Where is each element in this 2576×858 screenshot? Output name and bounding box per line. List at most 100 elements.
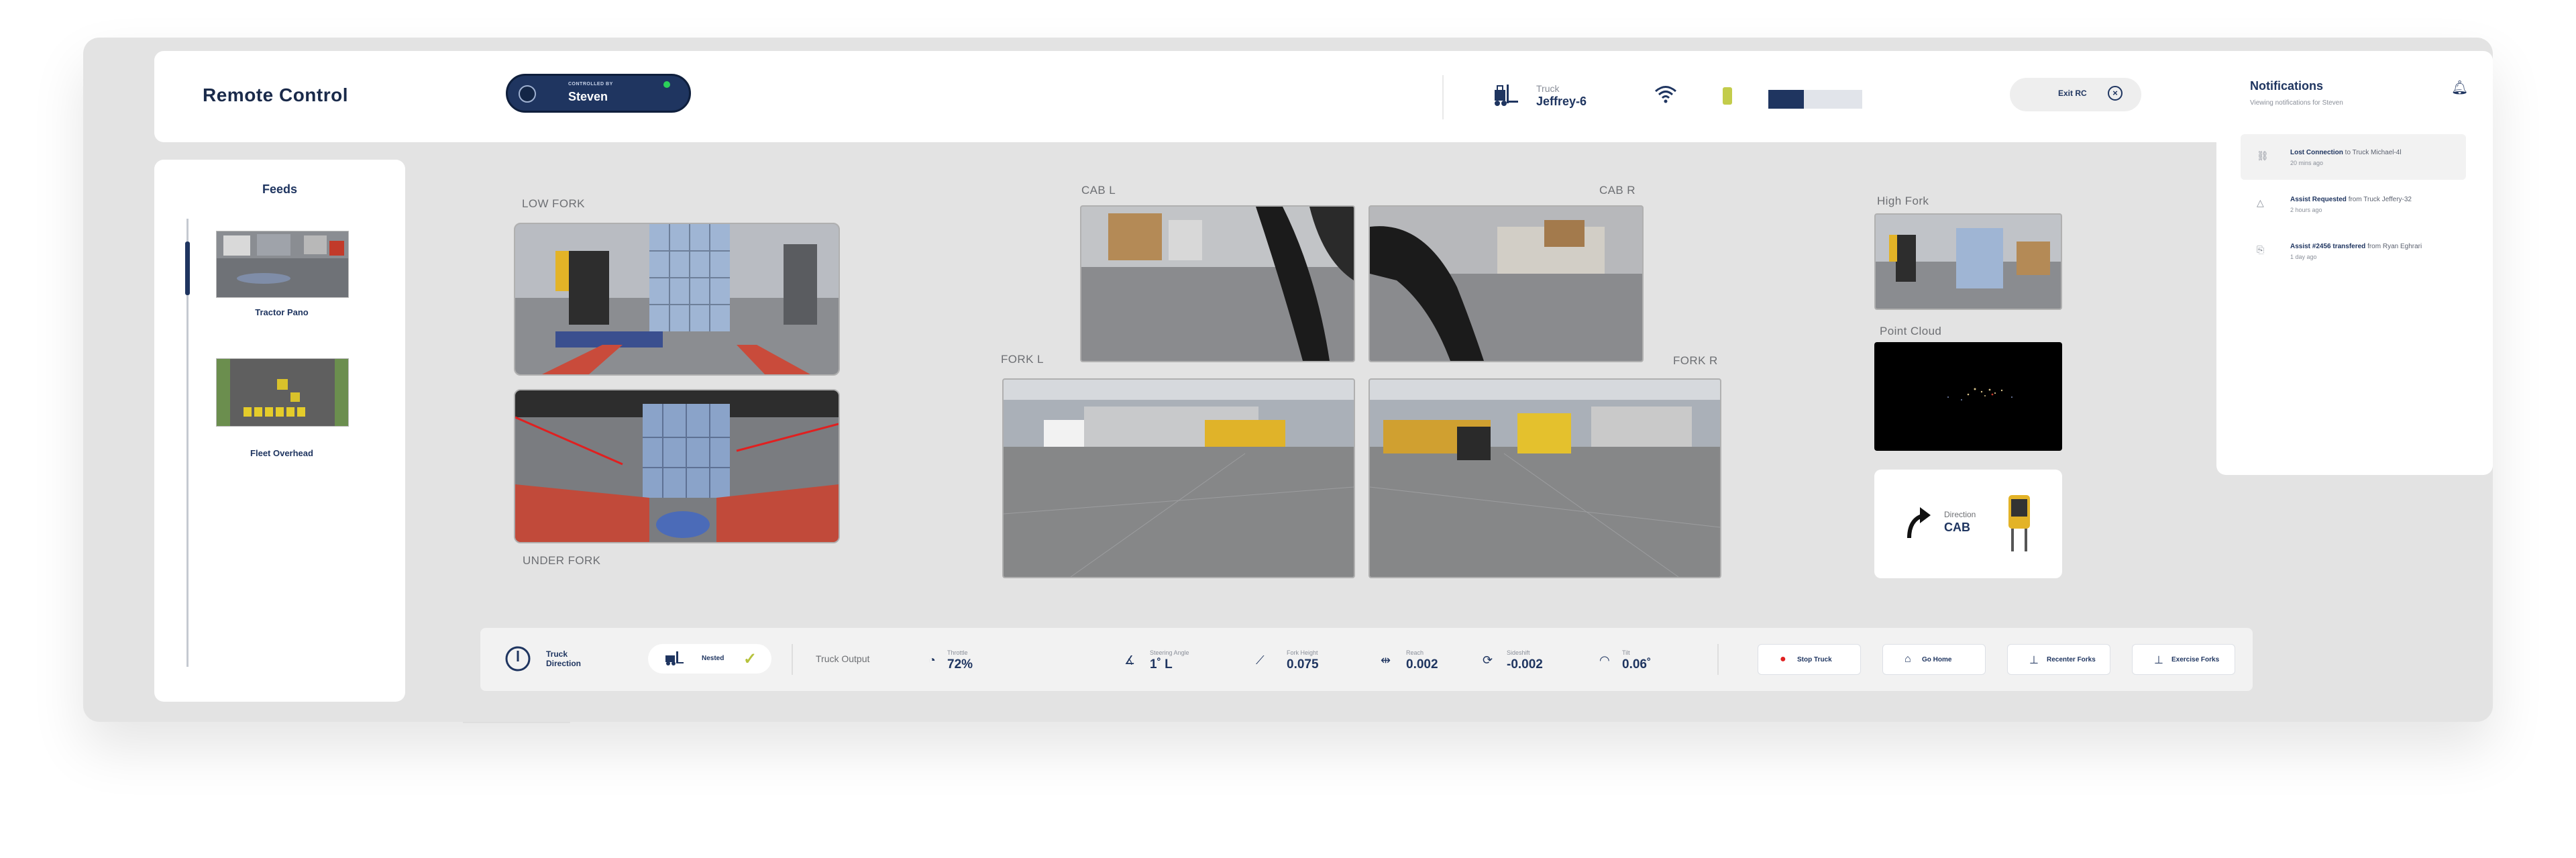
divider [1717, 644, 1719, 675]
camera-label-high-fork: High Fork [1877, 195, 1929, 207]
point-cloud-view[interactable] [1874, 342, 2062, 451]
signal-progress-bar [1768, 90, 1862, 109]
recenter-forks-label: Recenter Forks [2047, 656, 2096, 663]
camera-label-point-cloud: Point Cloud [1880, 325, 1942, 337]
feeds-sidebar: Feeds Tractor Pano Fleet Overhead [154, 160, 405, 702]
go-home-button[interactable]: ⌂ Go Home [1882, 644, 1986, 675]
forklift-top-view-icon [2006, 492, 2033, 556]
truck-direction-label: Truck Direction [546, 649, 582, 668]
notification-detail: to Truck Michael-4l [2343, 149, 2402, 156]
warning-icon: △ [2257, 197, 2264, 208]
sideshift-icon: ⟳ [1483, 653, 1493, 667]
online-status-dot [663, 81, 670, 88]
divider [1442, 75, 1444, 119]
controlled-by-label: CONTROLLED BY [568, 82, 613, 87]
notification-item[interactable]: ⎘ Assist #2456 transfered from Ryan Eghr… [2241, 228, 2466, 274]
truck-output-label: Truck Output [816, 653, 870, 664]
exit-rc-label: Exit RC [2058, 89, 2087, 98]
camera-feed-under-fork[interactable] [514, 389, 840, 543]
forks-icon: ⊥ [2029, 655, 2039, 666]
transfer-icon: ⎘ [2257, 244, 2265, 255]
wifi-icon [1654, 85, 1677, 107]
go-home-label: Go Home [1922, 656, 1952, 663]
disconnect-icon: ⛓ [2257, 150, 2269, 161]
controlled-by-pill[interactable]: CONTROLLED BY Steven [506, 74, 691, 113]
camera-label-fork-r: FORK R [1673, 354, 1718, 367]
fork-height-value: 0.075 [1287, 657, 1319, 672]
reach-value: 0.002 [1406, 657, 1438, 672]
angle-icon: ∡ [1124, 653, 1136, 667]
camera-feed-fork-l[interactable] [1002, 378, 1355, 578]
recenter-forks-button[interactable]: ⊥ Recenter Forks [2007, 644, 2110, 675]
direction-indicator: Direction CAB [1874, 470, 2062, 578]
compass-icon [504, 645, 531, 676]
steering-angle-value: 1˚ L [1150, 657, 1173, 672]
reach-icon: ⇹ [1381, 653, 1391, 667]
nested-label: Nested [702, 655, 724, 662]
steering-angle-label: Steering Angle [1150, 649, 1189, 656]
feed-thumbnail-tractor-pano[interactable] [216, 231, 349, 298]
feeds-title: Feeds [262, 182, 298, 196]
controller-name: Steven [568, 90, 608, 103]
notification-text: Lost Connection to Truck Michael-4l [2290, 149, 2402, 156]
top-bar: Remote Control CONTROLLED BY Steven Truc… [154, 51, 2253, 142]
divider [792, 644, 793, 675]
home-icon: ⌂ [1904, 653, 1911, 665]
truck-name: Jeffrey-6 [1536, 95, 1587, 108]
nested-toggle[interactable]: Nested ✓ [648, 644, 771, 674]
camera-feed-low-fork[interactable] [514, 223, 840, 376]
reach-label: Reach [1406, 649, 1424, 656]
close-icon: × [2108, 86, 2123, 101]
control-bar: Truck Direction Nested ✓ Truck Output ◔ … [480, 628, 2253, 691]
ruler-icon: ⟋ [1256, 653, 1265, 667]
camera-feed-fork-r[interactable] [1368, 378, 1721, 578]
notification-title: Lost Connection [2290, 149, 2343, 156]
gauge-icon: ◔ [928, 653, 936, 667]
throttle-label: Throttle [947, 649, 968, 656]
notification-detail: from Ryan Eghrari [2365, 243, 2422, 250]
app-window: Remote Control CONTROLLED BY Steven Truc… [83, 38, 2493, 723]
feed-label-fleet-overhead: Fleet Overhead [250, 448, 313, 458]
page-title: Remote Control [203, 85, 348, 105]
notification-time: 20 mins ago [2290, 160, 2324, 166]
feed-thumbnail-fleet-overhead[interactable] [216, 358, 349, 427]
feed-label-tractor-pano: Tractor Pano [255, 307, 309, 317]
notification-text: Assist Requested from Truck Jeffery-32 [2290, 196, 2412, 203]
notifications-title: Notifications [2250, 79, 2324, 93]
camera-feed-cab-l[interactable] [1080, 205, 1355, 362]
curved-arrow-icon [1905, 506, 1932, 543]
notification-title: Assist Requested [2290, 196, 2347, 203]
feeds-scrollbar-thumb[interactable] [185, 242, 190, 295]
notifications-panel: Notifications Viewing notifications for … [2216, 51, 2493, 475]
avatar [519, 85, 536, 103]
camera-label-under-fork: UNDER FORK [523, 554, 601, 567]
notification-item[interactable]: ⛓ Lost Connection to Truck Michael-4l 20… [2241, 134, 2466, 180]
camera-label-cab-r: CAB R [1599, 184, 1635, 197]
progress-fill [1768, 90, 1805, 109]
camera-feed-high-fork[interactable] [1874, 213, 2062, 310]
forklift-icon [1492, 85, 1519, 113]
truck-label: Truck [1536, 83, 1560, 94]
stop-icon: ● [1780, 653, 1786, 665]
camera-feed-cab-r[interactable] [1368, 205, 1644, 362]
direction-value: CAB [1944, 521, 1970, 534]
battery-icon [1723, 87, 1732, 105]
notification-title: Assist #2456 transfered [2290, 243, 2366, 250]
notification-detail: from Truck Jeffery-32 [2346, 196, 2412, 203]
tilt-icon: ◠ [1599, 653, 1610, 667]
camera-label-cab-l: CAB L [1081, 184, 1116, 197]
stop-truck-button[interactable]: ● Stop Truck [1758, 644, 1861, 675]
notification-time: 1 day ago [2290, 254, 2317, 260]
notifications-subtitle: Viewing notifications for Steven [2250, 99, 2343, 107]
fork-height-label: Fork Height [1287, 649, 1318, 656]
sideshift-label: Sideshift [1507, 649, 1530, 656]
sideshift-value: -0.002 [1507, 657, 1543, 672]
bell-icon[interactable]: 🔔︎ [2451, 79, 2468, 96]
notification-item[interactable]: △ Assist Requested from Truck Jeffery-32… [2241, 181, 2466, 227]
exit-rc-button[interactable]: Exit RC × [2010, 78, 2141, 111]
exercise-forks-label: Exercise Forks [2171, 656, 2220, 663]
forks-icon: ⊥ [2154, 655, 2163, 666]
exercise-forks-button[interactable]: ⊥ Exercise Forks [2132, 644, 2235, 675]
tilt-value: 0.06˚ [1622, 657, 1652, 672]
camera-label-low-fork: LOW FORK [522, 197, 585, 210]
